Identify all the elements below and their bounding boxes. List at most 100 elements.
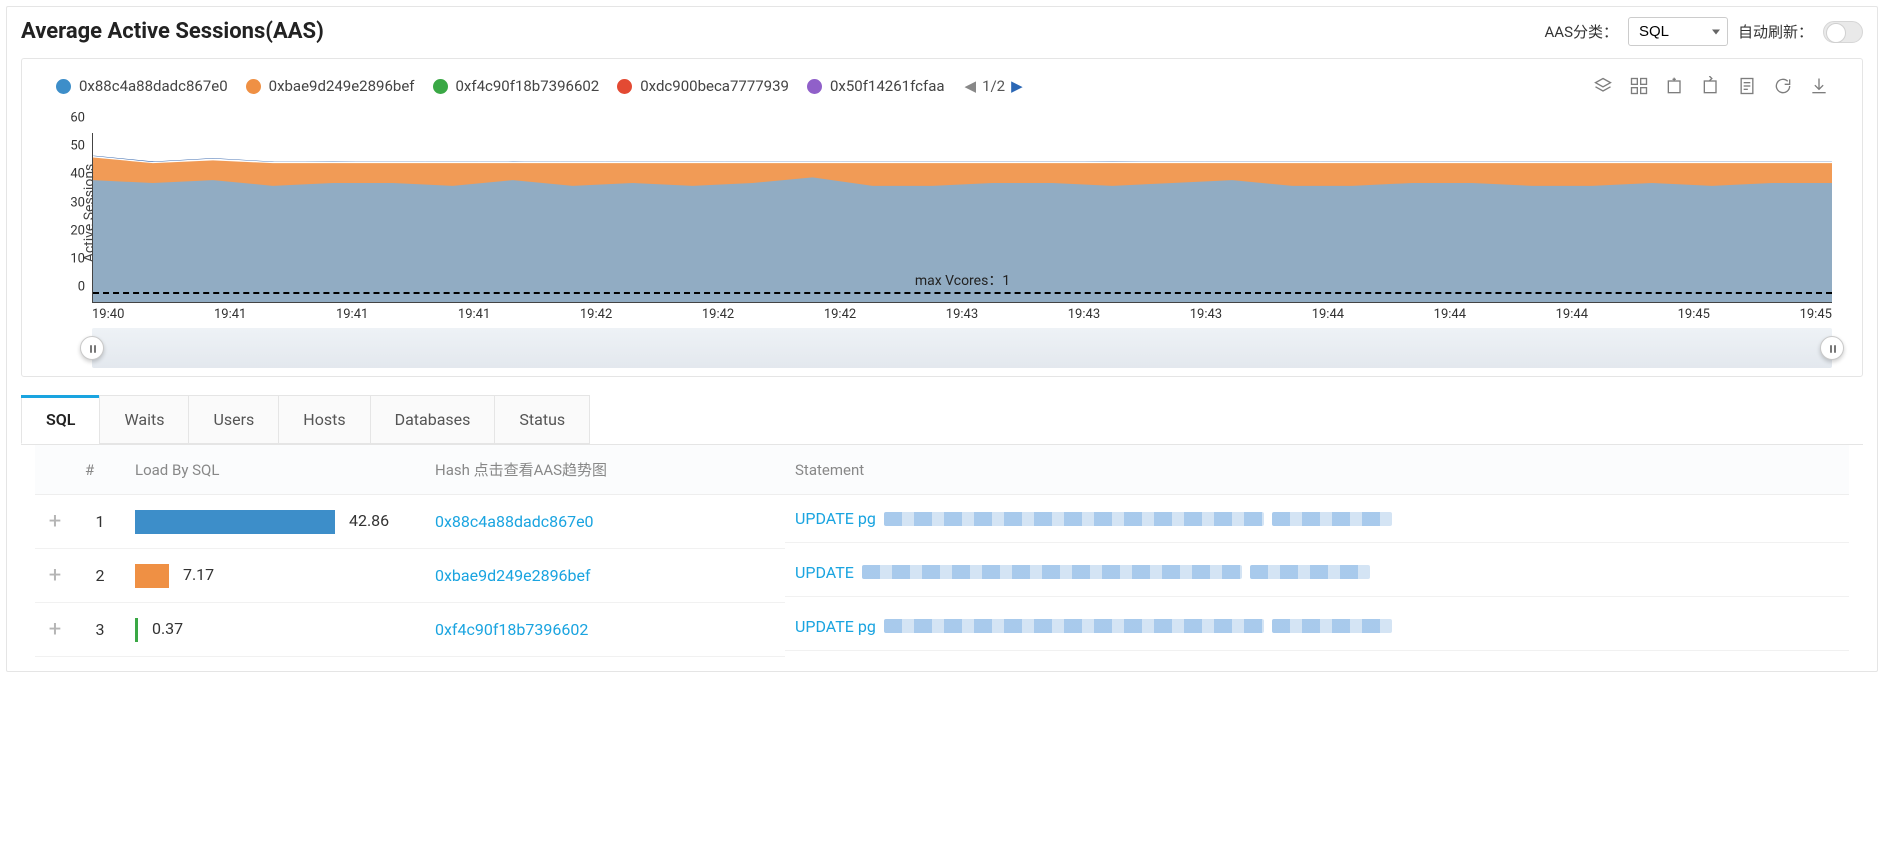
y-tick: 50 — [70, 139, 85, 154]
expand-row-button[interactable]: + — [35, 603, 75, 657]
chart-area: Active Sessions max Vcores：1 01020304050… — [22, 103, 1862, 322]
row-statement[interactable]: UPDATE pg — [785, 603, 1849, 651]
x-tick: 19:42 — [824, 307, 856, 322]
row-load: 0.37 — [125, 603, 425, 657]
legend-item-0[interactable]: 0x88c4a88dadc867e0 — [56, 77, 228, 95]
x-tick: 19:43 — [1068, 307, 1100, 322]
legend-dot-icon — [807, 79, 822, 94]
x-tick: 19:42 — [702, 307, 734, 322]
col-hash: Hash 点击查看AAS趋势图 — [425, 445, 785, 495]
stmt-redacted — [862, 565, 1242, 579]
x-tick: 19:41 — [458, 307, 490, 322]
x-tick: 19:44 — [1312, 307, 1344, 322]
row-statement[interactable]: UPDATE pg — [785, 495, 1849, 543]
row-statement[interactable]: UPDATE — [785, 549, 1849, 597]
range-handle-right[interactable] — [1820, 336, 1844, 360]
legend-dot-icon — [433, 79, 448, 94]
tab-users[interactable]: Users — [188, 395, 279, 444]
autorefresh-toggle[interactable] — [1823, 21, 1863, 43]
legend-item-2[interactable]: 0xf4c90f18b7396602 — [433, 77, 600, 95]
stmt-redacted — [884, 619, 1264, 633]
zoom-in-icon[interactable] — [1664, 75, 1686, 97]
hash-link[interactable]: 0xf4c90f18b7396602 — [435, 620, 588, 639]
panel-header: Average Active Sessions(AAS) AAS分类： SQL … — [7, 7, 1877, 58]
refresh-icon[interactable] — [1772, 75, 1794, 97]
aas-chart-card: 0x88c4a88dadc867e0 0xbae9d249e2896bef 0x… — [21, 58, 1863, 377]
sql-table-wrap: # Load By SQL Hash 点击查看AAS趋势图 Statement … — [21, 445, 1863, 671]
download-icon[interactable] — [1808, 75, 1830, 97]
load-bar — [135, 510, 335, 534]
load-bar — [135, 564, 169, 588]
legend-item-4[interactable]: 0x50f14261fcfaa — [807, 77, 945, 95]
x-axis-ticks: 19:40 19:41 19:41 19:41 19:42 19:42 19:42 19:43… — [92, 303, 1832, 322]
expand-row-button[interactable]: + — [35, 549, 75, 603]
grid-icon[interactable] — [1628, 75, 1650, 97]
col-stmt: Statement — [785, 445, 1849, 495]
legend-dot-icon — [56, 79, 71, 94]
load-value: 42.86 — [349, 511, 389, 530]
legend-item-1[interactable]: 0xbae9d249e2896bef — [246, 77, 415, 95]
legend-item-3[interactable]: 0xdc900beca7777939 — [617, 77, 789, 95]
header-controls: AAS分类： SQL 自动刷新： — [1545, 17, 1864, 46]
legend-pager: ◀ 1/2 ▶ — [965, 77, 1023, 95]
y-tick: 10 — [70, 251, 85, 266]
stmt-redacted — [1250, 565, 1370, 579]
col-load: Load By SQL — [125, 445, 425, 495]
tab-waits[interactable]: Waits — [99, 395, 189, 444]
y-tick: 60 — [70, 111, 85, 126]
load-value: 7.17 — [183, 565, 214, 584]
legend-prev-icon[interactable]: ◀ — [965, 77, 977, 95]
y-tick: 20 — [70, 223, 85, 238]
row-index: 1 — [75, 495, 125, 549]
threshold-line — [93, 292, 1832, 294]
expand-row-button[interactable]: + — [35, 495, 75, 549]
x-tick: 19:42 — [580, 307, 612, 322]
legend-page-label: 1/2 — [982, 77, 1005, 95]
x-tick: 19:41 — [336, 307, 368, 322]
tabs: SQLWaitsUsersHostsDatabasesStatus — [21, 395, 1863, 445]
x-tick: 19:45 — [1800, 307, 1832, 322]
sql-table: # Load By SQL Hash 点击查看AAS趋势图 Statement … — [35, 445, 1849, 657]
x-tick: 19:41 — [214, 307, 246, 322]
row-index: 3 — [75, 603, 125, 657]
tab-status[interactable]: Status — [494, 395, 590, 444]
legend-dot-icon — [617, 79, 632, 94]
page-title: Average Active Sessions(AAS) — [21, 19, 1545, 44]
chart-range-nav[interactable] — [92, 328, 1832, 368]
tab-hosts[interactable]: Hosts — [278, 395, 370, 444]
chart-plot[interactable]: max Vcores：1 0102030405060 — [92, 133, 1832, 303]
hash-link[interactable]: 0xbae9d249e2896bef — [435, 566, 591, 585]
col-idx: # — [75, 445, 125, 495]
tab-sql[interactable]: SQL — [21, 395, 100, 444]
autorefresh-label: 自动刷新： — [1738, 21, 1813, 42]
range-handle-left[interactable] — [80, 336, 104, 360]
y-tick: 40 — [70, 167, 85, 182]
stmt-prefix: UPDATE — [795, 563, 854, 582]
table-row: + 2 7.17 0xbae9d249e2896bef UPDATE — [35, 549, 1849, 603]
stmt-prefix: UPDATE pg — [795, 509, 876, 528]
x-tick: 19:44 — [1434, 307, 1466, 322]
hash-link[interactable]: 0x88c4a88dadc867e0 — [435, 512, 594, 531]
aas-group-select-input[interactable]: SQL — [1628, 17, 1728, 46]
x-tick: 19:45 — [1678, 307, 1710, 322]
aas-panel: Average Active Sessions(AAS) AAS分类： SQL … — [6, 6, 1878, 672]
layers-icon[interactable] — [1592, 75, 1614, 97]
document-icon[interactable] — [1736, 75, 1758, 97]
row-index: 2 — [75, 549, 125, 603]
aas-group-select[interactable]: SQL — [1628, 17, 1728, 46]
group-label: AAS分类： — [1545, 21, 1618, 42]
y-tick: 0 — [78, 280, 85, 295]
stmt-redacted — [1272, 512, 1392, 526]
tab-databases[interactable]: Databases — [370, 395, 496, 444]
table-row: + 3 0.37 0xf4c90f18b7396602 UPDATE pg — [35, 603, 1849, 657]
x-tick: 19:43 — [946, 307, 978, 322]
legend-next-icon[interactable]: ▶ — [1011, 77, 1023, 95]
row-load: 42.86 — [125, 495, 425, 549]
threshold-label: max Vcores：1 — [915, 270, 1010, 290]
x-tick: 19:40 — [92, 307, 124, 322]
legend-items: 0x88c4a88dadc867e0 0xbae9d249e2896bef 0x… — [56, 77, 945, 95]
load-bar — [135, 618, 138, 642]
zoom-reset-icon[interactable] — [1700, 75, 1722, 97]
stmt-redacted — [1272, 619, 1392, 633]
tabs-section: SQLWaitsUsersHostsDatabasesStatus # Load… — [7, 395, 1877, 671]
